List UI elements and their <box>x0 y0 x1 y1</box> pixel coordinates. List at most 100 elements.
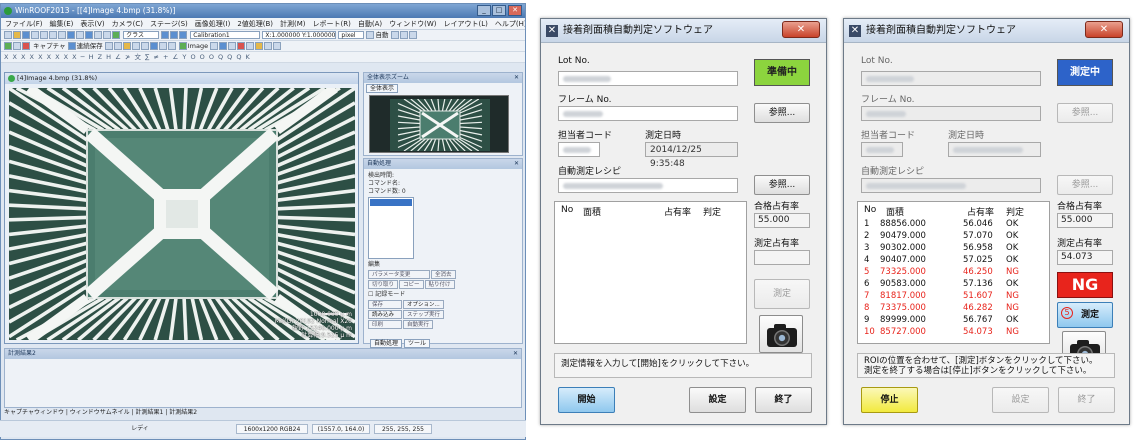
close-icon[interactable]: ✕ <box>513 349 518 359</box>
table-row[interactable]: 1 88856.000 56.046 OK <box>858 219 1048 231</box>
menu-item[interactable]: 2値処理(B) <box>237 20 273 28</box>
camera-icon[interactable] <box>759 315 803 353</box>
operator-input[interactable] <box>558 142 600 157</box>
start-button[interactable]: 開始 <box>558 387 615 413</box>
close-icon[interactable]: ✕ <box>514 159 519 169</box>
clear-all-button[interactable]: 全消去 <box>431 270 456 279</box>
table-row[interactable]: 8 73375.000 46.282 NG <box>858 303 1048 315</box>
lot-input[interactable] <box>558 71 738 86</box>
pointer-icon[interactable] <box>390 31 399 39</box>
menu-item[interactable]: 表示(V) <box>80 20 104 28</box>
list-item[interactable] <box>370 199 412 206</box>
param-change-button[interactable]: パラメータ変更 <box>368 270 430 279</box>
overview-tab[interactable]: 全体表示 <box>366 84 399 93</box>
save-button[interactable]: 保存 <box>368 300 402 309</box>
print-button[interactable]: 印刷 <box>368 320 402 329</box>
menu-item[interactable]: カメラ(C) <box>112 20 143 28</box>
close-button[interactable]: ✕ <box>1085 21 1123 38</box>
minimize-button[interactable]: _ <box>477 5 491 16</box>
grid-icon[interactable] <box>94 31 102 39</box>
continuous-label[interactable]: 連続保存 <box>77 42 103 50</box>
table-row[interactable]: 9 89999.000 56.767 OK <box>858 315 1048 327</box>
unit-combo[interactable]: pixel <box>338 31 365 39</box>
capture-label[interactable]: キャプチャ <box>33 42 65 50</box>
step-run-button[interactable]: ステップ実行 <box>403 310 445 319</box>
cascade-icon[interactable] <box>179 31 188 39</box>
paste-icon[interactable] <box>58 31 66 39</box>
focus-icon[interactable] <box>113 42 122 50</box>
menu-item[interactable]: ステージ(S) <box>150 20 188 28</box>
layout-icon[interactable] <box>273 42 282 50</box>
magnifier-icon[interactable] <box>399 31 408 39</box>
table-row[interactable]: 7 81817.000 51.607 NG <box>858 291 1048 303</box>
cut-button[interactable]: 切り取り <box>368 280 399 289</box>
options-button[interactable]: オプション... <box>403 300 444 309</box>
binary-icon[interactable] <box>149 42 158 50</box>
continuous-save-icon[interactable] <box>67 42 76 50</box>
image-view-icon[interactable] <box>85 31 93 39</box>
frame-input[interactable] <box>558 106 738 121</box>
results-table[interactable]: No 面積 占有率 判定 <box>554 201 747 344</box>
print-icon[interactable] <box>31 31 39 39</box>
menu-item[interactable]: 編集(E) <box>50 20 74 28</box>
table-row[interactable]: 2 90479.000 57.070 OK <box>858 231 1048 243</box>
load-button[interactable]: 読み込み <box>368 310 402 319</box>
settings-button[interactable]: 設定 <box>689 387 746 413</box>
shape-tools-strip[interactable]: X X X X X X X X X ─ H Z H ∠ ≯ 文 ∑ ≠ + ∠ … <box>4 53 251 61</box>
exit-button[interactable]: 終了 <box>755 387 812 413</box>
image-icon[interactable] <box>178 42 187 50</box>
chart-icon[interactable] <box>255 42 264 50</box>
menu-item[interactable]: ヘルプ(H) <box>495 20 525 28</box>
frame-browse-button[interactable]: 参照... <box>754 103 810 123</box>
dilate-icon[interactable] <box>167 42 176 50</box>
zoom-icon[interactable] <box>103 31 111 39</box>
close-icon[interactable]: ✕ <box>514 73 519 83</box>
table-row[interactable]: 6 90583.000 57.136 OK <box>858 279 1048 291</box>
settings-button[interactable]: 設定 <box>992 387 1049 413</box>
table-icon[interactable] <box>246 42 255 50</box>
paste-button[interactable]: 貼り付け <box>424 280 455 289</box>
save-icon[interactable] <box>22 31 30 39</box>
calibration-combo[interactable]: Calibration1 <box>190 31 261 39</box>
auto-run-button[interactable]: 自動実行 <box>403 320 434 329</box>
close-button[interactable]: ✕ <box>782 21 820 38</box>
copy-button[interactable]: コピー <box>399 280 424 289</box>
cut-icon[interactable] <box>40 31 48 39</box>
undo-icon[interactable] <box>67 31 75 39</box>
menu-item[interactable]: 画像処理(I) <box>195 20 231 28</box>
play-icon[interactable] <box>4 42 12 50</box>
overview-thumbnail[interactable] <box>369 95 509 153</box>
recipe-input[interactable] <box>558 178 738 193</box>
table-row[interactable]: 10 85727.000 54.073 NG <box>858 327 1048 339</box>
table-row[interactable]: 4 90407.000 57.025 OK <box>858 255 1048 267</box>
count-icon[interactable] <box>228 42 237 50</box>
results-table[interactable]: No 面積 占有率 判定 1 88856.000 56.046 OK 2 90479.00… <box>857 201 1050 344</box>
settings-icon[interactable] <box>366 31 375 39</box>
delete-icon[interactable] <box>237 42 246 50</box>
roi-icon[interactable] <box>219 42 228 50</box>
new-file-icon[interactable] <box>4 31 12 39</box>
tab-tools[interactable]: ツール <box>404 339 431 348</box>
exit-button[interactable]: 終了 <box>1058 387 1115 413</box>
export-icon[interactable] <box>264 42 273 50</box>
tab-results-2[interactable]: 計測結果2 <box>169 409 197 416</box>
table-row[interactable]: 5 73325.000 46.250 NG <box>858 267 1048 279</box>
filter-icon[interactable] <box>131 42 140 50</box>
copy-icon[interactable] <box>49 31 57 39</box>
table-row[interactable]: 3 90302.000 56.958 OK <box>858 243 1048 255</box>
menu-item[interactable]: 計測(M) <box>280 20 306 28</box>
record-mode-row[interactable]: ☐ 記録モード <box>368 291 518 299</box>
threshold-icon[interactable] <box>140 42 149 50</box>
menu-item[interactable]: ファイル(F) <box>5 20 43 28</box>
stop-button[interactable]: 停止 <box>861 387 918 413</box>
measure-button[interactable]: 測定 <box>754 279 810 309</box>
menu-item[interactable]: ウィンドウ(W) <box>389 20 436 28</box>
tab-auto-process[interactable]: 自動処理 <box>370 339 403 348</box>
menu-item[interactable]: レポート(R) <box>313 20 351 28</box>
mode-combo[interactable]: クラス <box>123 31 160 39</box>
tab-thumbnails[interactable]: ウィンドウサムネイル <box>70 409 130 416</box>
record-icon[interactable] <box>22 42 30 50</box>
open-folder-icon[interactable] <box>13 31 21 39</box>
measure-icon[interactable] <box>112 31 120 39</box>
stage-icon[interactable] <box>104 42 113 50</box>
